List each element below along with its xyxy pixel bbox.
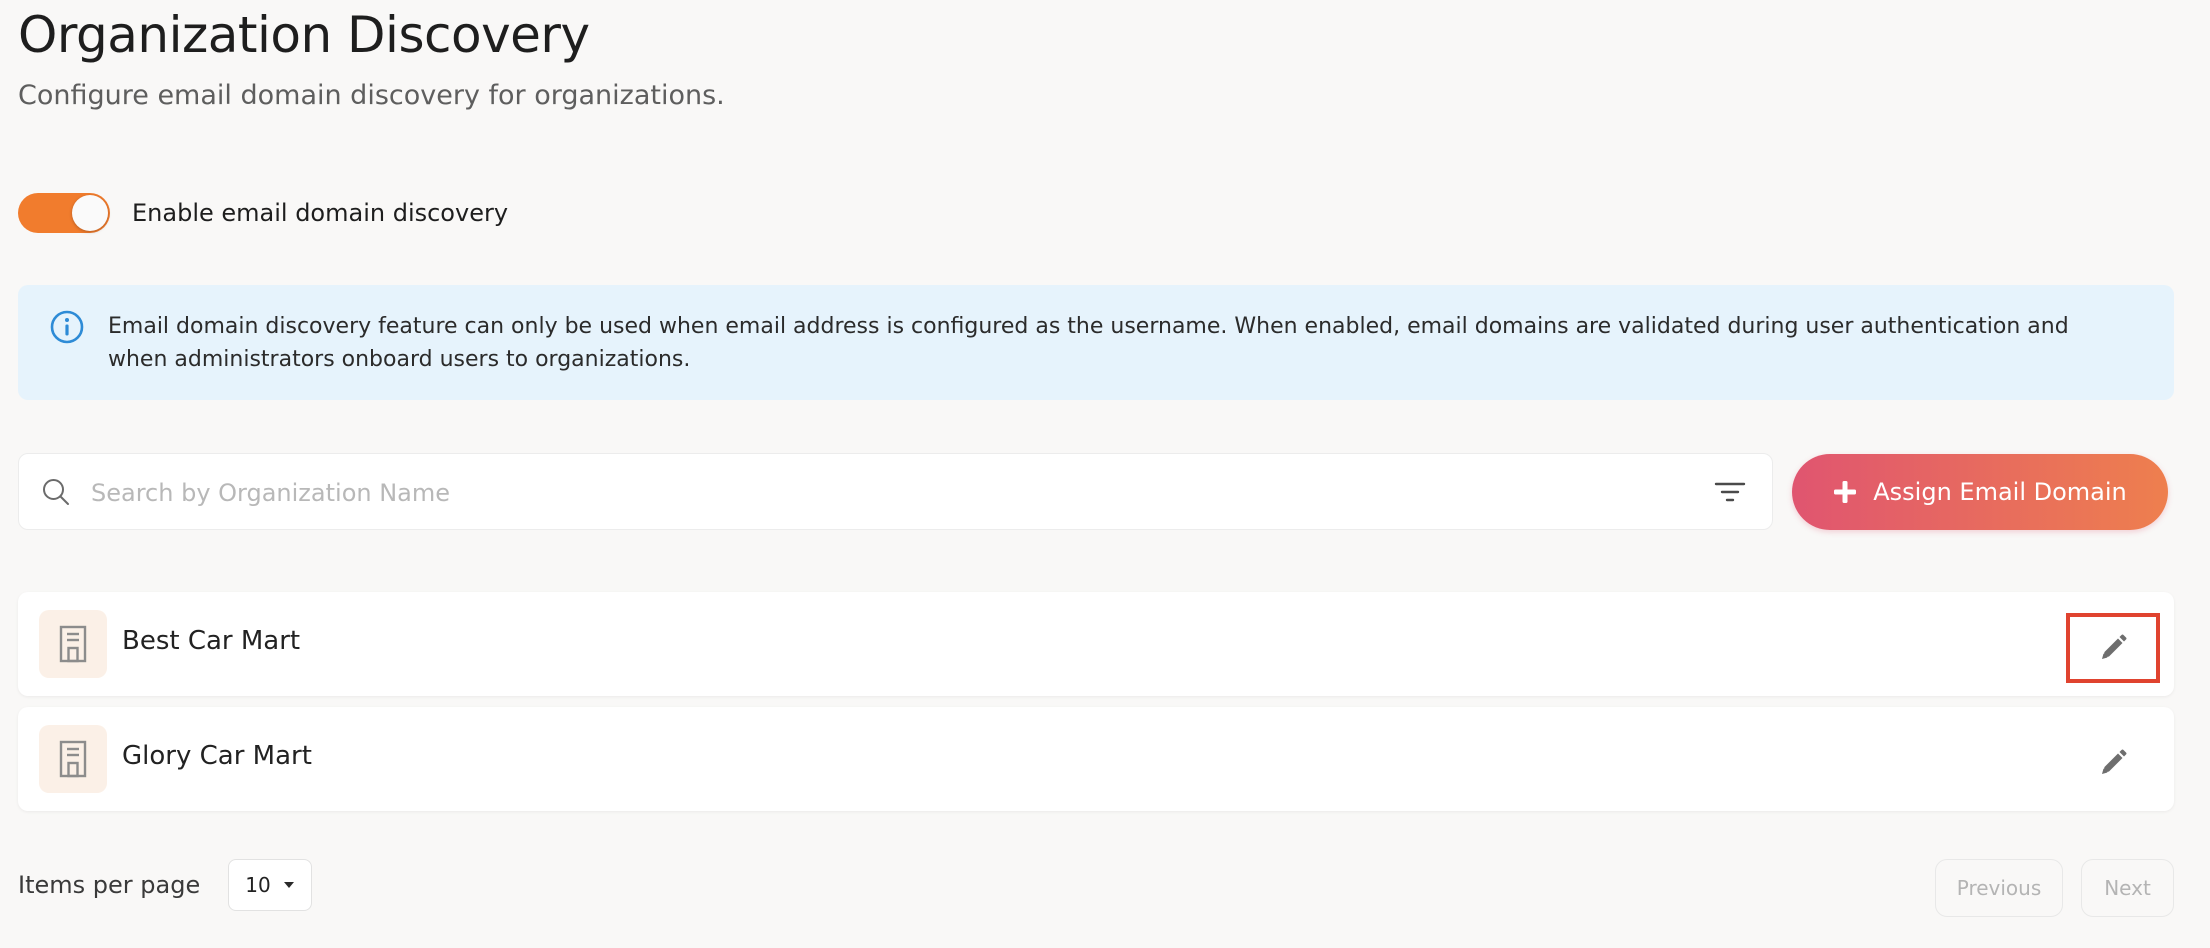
items-per-page-label: Items per page xyxy=(18,871,201,899)
filter-icon[interactable] xyxy=(1714,477,1746,507)
edit-organization-button[interactable] xyxy=(2066,728,2160,798)
list-item[interactable]: Glory Car Mart xyxy=(18,707,2174,811)
page-subtitle: Configure email domain discovery for org… xyxy=(18,80,725,111)
info-banner: Email domain discovery feature can only … xyxy=(18,285,2174,400)
search-box xyxy=(18,453,1773,530)
info-banner-text: Email domain discovery feature can only … xyxy=(108,313,2069,372)
toggle-label: Enable email domain discovery xyxy=(132,199,509,227)
caret-down-icon xyxy=(283,882,294,888)
building-icon xyxy=(59,740,87,778)
items-per-page-value: 10 xyxy=(245,873,271,897)
plus-icon xyxy=(1834,481,1857,503)
info-icon xyxy=(50,310,84,344)
organization-avatar xyxy=(39,610,107,678)
next-page-button[interactable]: Next xyxy=(2081,859,2174,917)
toggle-knob xyxy=(72,195,108,231)
list-item[interactable]: Best Car Mart xyxy=(18,592,2174,696)
pencil-icon xyxy=(2102,634,2127,659)
discovery-toggle-row: Enable email domain discovery xyxy=(18,193,508,233)
edit-organization-button[interactable] xyxy=(2066,613,2160,683)
building-icon xyxy=(59,625,87,663)
email-discovery-toggle[interactable] xyxy=(18,193,110,233)
items-per-page-select[interactable]: 10 xyxy=(228,859,312,911)
assign-button-label: Assign Email Domain xyxy=(1873,478,2127,506)
organization-name: Glory Car Mart xyxy=(122,741,312,771)
assign-email-domain-button[interactable]: Assign Email Domain xyxy=(1792,454,2168,530)
pencil-icon xyxy=(2102,749,2127,774)
search-input[interactable] xyxy=(89,468,1673,518)
organization-avatar xyxy=(39,725,107,793)
previous-page-button[interactable]: Previous xyxy=(1935,859,2063,917)
page-title: Organization Discovery xyxy=(18,6,590,64)
organization-name: Best Car Mart xyxy=(122,626,301,656)
search-icon xyxy=(43,479,69,505)
